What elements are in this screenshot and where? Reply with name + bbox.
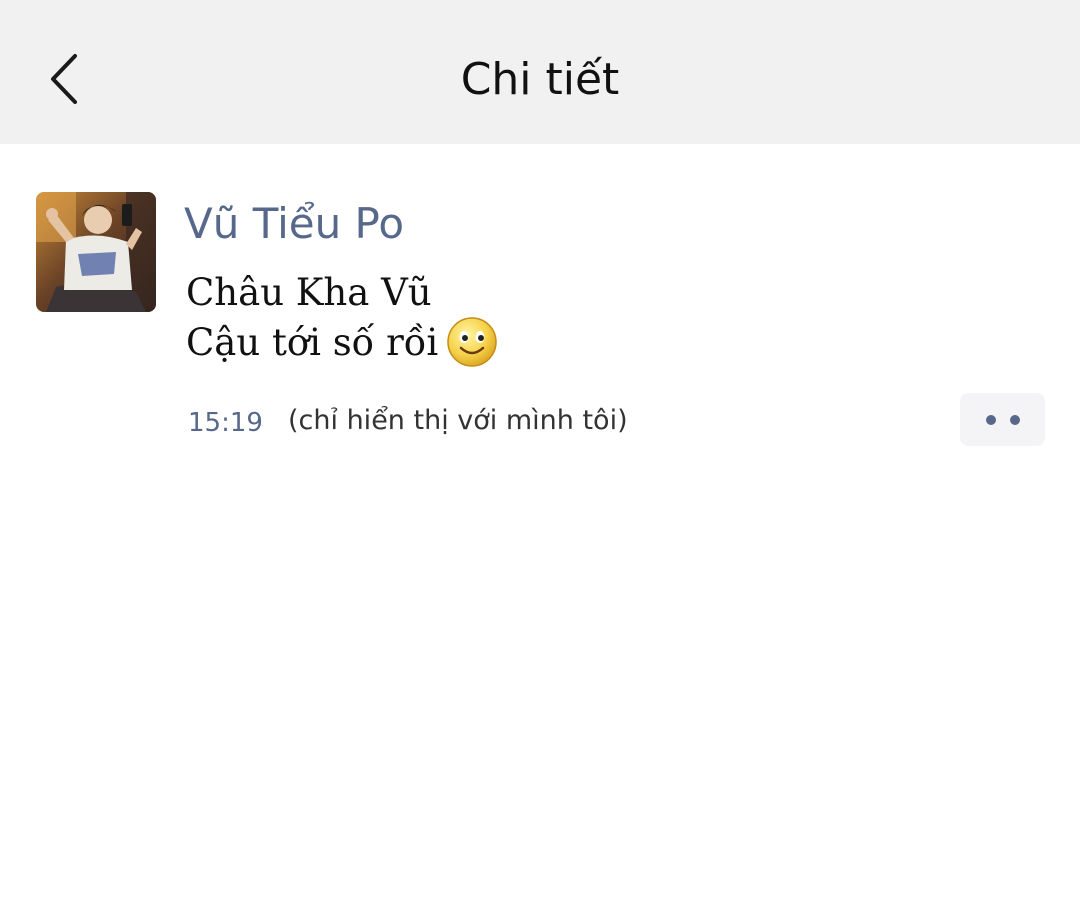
avatar[interactable]	[36, 192, 156, 312]
page-title: Chi tiết	[460, 54, 620, 105]
smile-emoji-icon	[447, 316, 497, 367]
post-time: 15:19	[188, 408, 263, 438]
message-line-text: Cậu tới số rồi	[186, 321, 439, 364]
post-detail: Vũ Tiểu Po Châu Kha Vũ Cậu tới số rồi 15…	[0, 144, 1080, 915]
author-name[interactable]: Vũ Tiểu Po	[184, 198, 404, 250]
header-bar: Chi tiết	[0, 0, 1080, 144]
message-text: Châu Kha Vũ Cậu tới số rồi	[186, 268, 498, 368]
visibility-note: (chỉ hiển thị với mình tôi)	[288, 405, 628, 436]
more-dots-icon	[1009, 414, 1020, 425]
more-dots-icon	[985, 414, 996, 425]
message-line: Châu Kha Vũ	[186, 271, 432, 314]
avatar-photo	[36, 192, 156, 312]
message-line: Cậu tới số rồi	[186, 316, 498, 368]
more-button[interactable]	[960, 393, 1045, 446]
